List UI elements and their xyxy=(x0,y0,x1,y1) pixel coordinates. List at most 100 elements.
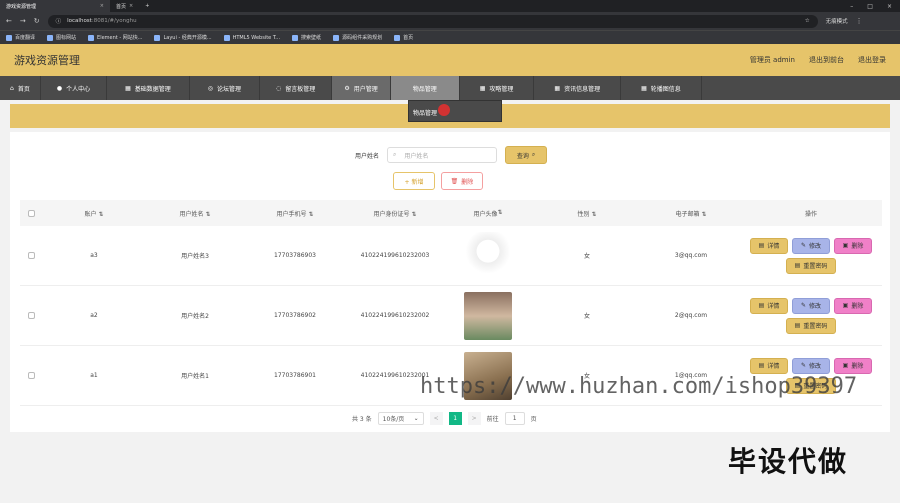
detail-button[interactable]: ▤ 详情 xyxy=(750,357,788,374)
admin-label: 管理员 admin xyxy=(749,56,795,64)
nav-news[interactable]: ▦ 资讯信息管理 xyxy=(534,76,622,100)
cell-email: 3@qq.com xyxy=(674,252,708,259)
dropdown-item[interactable]: 物品管理 xyxy=(413,110,437,117)
delete-button[interactable]: 🗑 删除 xyxy=(441,172,483,190)
prev-page-button[interactable]: < xyxy=(429,412,443,425)
delete-label: 删除 xyxy=(461,178,474,186)
page-unit: 页 xyxy=(530,416,537,423)
bookmark-label: Layui - 经典开源模... xyxy=(163,35,212,41)
bookmark-label: 源码组件采购规划 xyxy=(342,35,383,41)
cell-account: a2 xyxy=(90,312,98,319)
bookmark-item[interactable]: 搜索壁纸 xyxy=(292,34,321,41)
url-field[interactable]: ⓘ localhost:8081/#/yonghu ☆ xyxy=(47,14,818,28)
nav-message[interactable]: ◌ 留言板管理 xyxy=(260,76,333,100)
bookmark-item[interactable]: Element - 网站快... xyxy=(88,34,142,41)
bookmark-item[interactable]: HTML5 Website T... xyxy=(223,34,281,41)
cell-name: 用户姓名2 xyxy=(181,313,209,320)
reset-password-button[interactable]: ▤ 重置密码 xyxy=(786,317,836,334)
bookmark-item[interactable]: 首页 xyxy=(394,34,413,41)
mouse-cursor xyxy=(438,104,450,116)
browser-tab-active[interactable]: 游戏资源管理 × xyxy=(0,0,110,12)
close-icon[interactable]: × xyxy=(100,3,104,9)
browser-tab[interactable]: 首页 × xyxy=(110,0,139,12)
star-icon[interactable]: ☆ xyxy=(805,18,810,24)
bookmark-icon xyxy=(292,34,299,41)
edit-button[interactable]: ✎ 修改 xyxy=(792,297,830,314)
info-icon: ⓘ xyxy=(55,19,62,25)
search-input[interactable]: ⌕ 用户姓名 xyxy=(387,147,498,163)
grid-icon: ▦ xyxy=(125,84,131,92)
table-actions: + 新增 🗑 删除 xyxy=(393,172,483,190)
table-row: a2 用户姓名2 17703786902 410224199610232002 … xyxy=(20,286,882,346)
app-header: 游戏资源管理 管理员 admin 退出到前台 退出登录 xyxy=(0,44,900,76)
grid-icon: ▦ xyxy=(479,84,486,92)
to-front-link[interactable]: 退出到前台 xyxy=(809,55,844,65)
col-header[interactable]: 用户姓名 ⇅ xyxy=(146,209,244,218)
minimize-icon[interactable]: – xyxy=(850,3,853,10)
col-header[interactable]: 用户头像 ⇅ xyxy=(444,209,532,218)
search-button[interactable]: 查询 ⌕ xyxy=(505,146,548,164)
detail-button[interactable]: ▤ 详情 xyxy=(750,237,788,254)
nav-home[interactable]: ⌂ 首页 xyxy=(0,76,41,100)
nav-guides[interactable]: ▦ 攻略管理 xyxy=(460,76,535,100)
col-header[interactable]: 性别 ⇅ xyxy=(532,209,642,218)
forward-icon[interactable]: → xyxy=(20,17,26,25)
new-tab-button[interactable]: + xyxy=(139,0,155,12)
nav-carousel[interactable]: ▦ 轮播图信息 xyxy=(621,76,702,100)
remove-button[interactable]: ▣ 删除 xyxy=(834,237,872,254)
next-page-button[interactable]: > xyxy=(467,412,481,425)
reset-password-button[interactable]: ▤ 重置密码 xyxy=(786,257,836,274)
watermark: https://www.huzhan.com/ishop39397 xyxy=(420,374,858,399)
maximize-icon[interactable]: □ xyxy=(867,3,873,10)
chevron-down-icon: ⌄ xyxy=(413,415,419,422)
col-header[interactable]: 用户身份证号 ⇅ xyxy=(346,209,444,218)
close-window-icon[interactable]: × xyxy=(887,3,892,10)
row-checkbox[interactable] xyxy=(27,372,35,379)
bookmark-item[interactable]: 图标网站 xyxy=(47,34,76,41)
col-header[interactable]: 用户手机号 ⇅ xyxy=(244,209,346,218)
add-button[interactable]: + 新增 xyxy=(393,172,435,190)
main-nav: ⌂ 首页 ● 个人中心 ▦ 基础数据管理 ◎ 论坛管理 ◌ 留言板管理 ⚙ 用户管理 物品管… xyxy=(0,76,900,100)
back-icon[interactable]: ← xyxy=(6,17,12,25)
browser-tabbar: 游戏资源管理 × 首页 × + – □ × xyxy=(0,0,900,12)
app-title: 游戏资源管理 xyxy=(14,54,80,67)
message-icon: ◌ xyxy=(276,84,282,92)
stamp-text: 毕设代做 xyxy=(728,445,849,478)
detail-button[interactable]: ▤ 详情 xyxy=(750,297,788,314)
user-icon: ● xyxy=(56,84,63,92)
current-page[interactable]: 1 xyxy=(448,412,462,425)
goto-page-input[interactable]: 1 xyxy=(504,412,525,425)
table-row: a3 用户姓名3 17703786903 410224199610232003 … xyxy=(20,226,882,286)
close-icon[interactable]: × xyxy=(129,3,133,9)
nav-forum[interactable]: ◎ 论坛管理 xyxy=(190,76,261,100)
nav-base-data[interactable]: ▦ 基础数据管理 xyxy=(107,76,190,100)
select-all-checkbox[interactable] xyxy=(27,209,35,217)
remove-button[interactable]: ▣ 删除 xyxy=(834,357,872,374)
menu-icon[interactable]: ⋮ xyxy=(856,17,863,25)
logout-link[interactable]: 退出登录 xyxy=(858,55,886,65)
bookmark-icon xyxy=(88,34,95,41)
nav-items[interactable]: 物品管理 xyxy=(390,76,460,100)
col-header[interactable]: 账户 ⇅ xyxy=(42,209,146,218)
col-header[interactable]: 电子邮箱 ⇅ xyxy=(642,209,740,218)
edit-button[interactable]: ✎ 修改 xyxy=(792,357,830,374)
goto-label: 前往 xyxy=(486,416,499,423)
bookmark-item[interactable]: Layui - 经典开源模... xyxy=(154,34,212,41)
remove-button[interactable]: ▣ 删除 xyxy=(834,297,872,314)
cell-phone: 17703786901 xyxy=(274,372,316,379)
reload-icon[interactable]: ↻ xyxy=(34,17,40,25)
edit-button[interactable]: ✎ 修改 xyxy=(792,237,830,254)
nav-profile[interactable]: ● 个人中心 xyxy=(41,76,108,100)
page-size-select[interactable]: 10条/页 ⌄ xyxy=(377,412,424,425)
bookmark-icon xyxy=(333,34,340,41)
page-size-value: 10条/页 xyxy=(382,416,405,423)
trash-icon: 🗑 xyxy=(450,177,459,185)
incognito-label[interactable]: 无痕模式 xyxy=(826,17,848,25)
nav-label: 轮播图信息 xyxy=(650,85,681,93)
bookmark-item[interactable]: 百度翻译 xyxy=(6,34,35,41)
nav-users[interactable]: ⚙ 用户管理 xyxy=(332,76,391,100)
row-checkbox[interactable] xyxy=(27,312,35,319)
bookmark-item[interactable]: 源码组件采购规划 xyxy=(333,34,382,41)
row-checkbox[interactable] xyxy=(27,252,35,259)
bookmark-label: HTML5 Website T... xyxy=(232,34,281,41)
